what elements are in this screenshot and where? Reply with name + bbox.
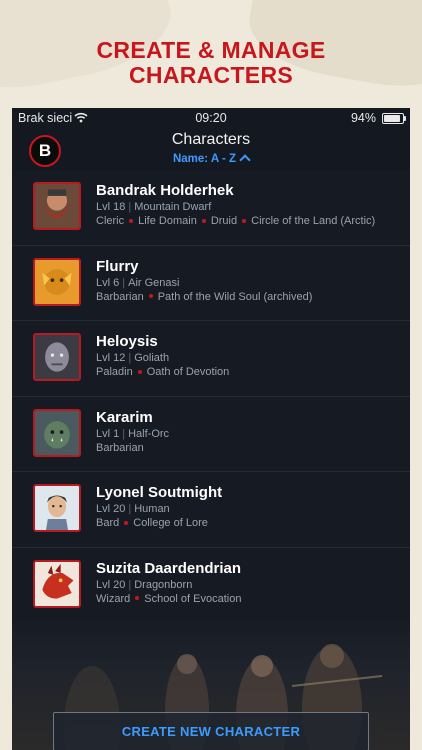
character-race: Goliath [134, 352, 170, 364]
character-name: Heloysis [96, 333, 158, 350]
character-level: Lvl 6 [96, 276, 120, 289]
character-name: Lyonel Soutmight [96, 484, 223, 501]
status-bar: Brak sieci 09:20 94% [12, 108, 410, 128]
dragonborn-portrait-icon [33, 559, 81, 608]
create-new-character-button[interactable]: CREATE NEW CHARACTER [53, 712, 369, 750]
sort-toggle[interactable]: Name: A - Z [12, 153, 410, 166]
character-race: Half-Orc [128, 427, 170, 440]
character-race: Air Genasi [128, 276, 180, 289]
character-subclass: College of Lore [133, 517, 208, 529]
character-level: Lvl 20 [96, 578, 126, 591]
battery-icon [382, 113, 406, 124]
chevron-up-icon [239, 154, 251, 166]
character-class: Wizard [96, 592, 131, 605]
character-subclass: Oath of Devotion [146, 366, 230, 378]
battery-percent: 94% [350, 111, 376, 125]
character-name: Kararim [96, 408, 153, 426]
character-class: Druid [210, 215, 238, 227]
promo-headline: CREATE & MANAGE CHARACTERS [0, 38, 422, 88]
character-class: Cleric [96, 215, 125, 227]
character-row[interactable]: Bandrak Holderhek Lvl 18 | Mountain Dwarf … [12, 170, 410, 246]
character-name: Bandrak Holderhek [96, 182, 234, 199]
headline-line-1: CREATE & MANAGE [96, 37, 326, 63]
character-class: Barbarian [96, 290, 144, 303]
phone-screen: Brak sieci 09:20 94% B Characters Name: … [12, 108, 410, 750]
character-level: Lvl 12 [96, 352, 126, 364]
character-row[interactable]: Suzita Daardendrian Lvl 20 | Dragonborn Wi… [12, 547, 410, 623]
character-subclass: Path of the Wild Soul (archived) [157, 290, 313, 303]
character-name: Flurry [96, 257, 139, 275]
character-class: Barbarian [96, 441, 144, 454]
goliath-portrait-icon [33, 333, 81, 381]
character-row[interactable]: Heloysis Lvl 12 | Goliath Paladin Oath of D… [12, 321, 410, 397]
page-title: Characters [171, 131, 251, 148]
nav-bar: B Characters Name: A - Z [12, 128, 410, 170]
sort-label: Name: A - Z [172, 153, 237, 165]
character-level: Lvl 1 [96, 427, 120, 440]
headline-line-2: CHARACTERS [129, 62, 293, 88]
character-name: Suzita Daardendrian [96, 559, 242, 577]
character-row[interactable]: Flurry Lvl 6 | Air Genasi Barbarian Path of… [12, 245, 410, 321]
character-list: Bandrak Holderhek Lvl 18 | Mountain Dwarf … [12, 170, 410, 623]
character-race: Human [134, 503, 170, 515]
character-row[interactable]: Lyonel Soutmight Lvl 20 | Human Bard Colleg… [12, 472, 410, 548]
character-race: Dragonborn [134, 578, 193, 591]
orc-portrait-icon [33, 408, 81, 457]
character-class: Bard [96, 517, 120, 529]
character-level: Lvl 18 [96, 201, 126, 213]
human-portrait-icon [33, 484, 81, 532]
character-class: Paladin [96, 366, 133, 378]
character-race: Mountain Dwarf [134, 201, 212, 213]
character-subclass: School of Evocation [144, 592, 242, 605]
character-row[interactable]: Kararim Lvl 1 | Half-Orc Barbarian [12, 396, 410, 472]
genasi-portrait-icon [33, 257, 81, 306]
character-subclass: Life Domain [138, 215, 197, 227]
dwarf-portrait-icon [33, 182, 81, 230]
character-level: Lvl 20 [96, 503, 126, 515]
character-subclass: Circle of the Land (Arctic) [251, 215, 376, 227]
